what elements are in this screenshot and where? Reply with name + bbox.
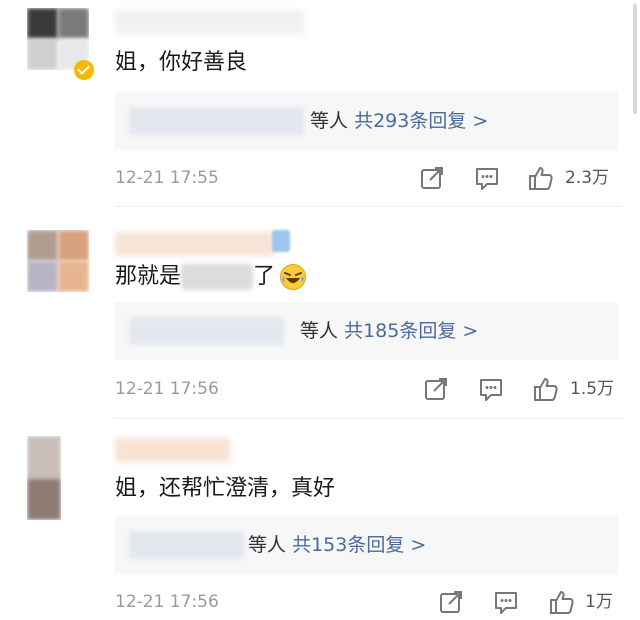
timestamp: 12-21 17:55 xyxy=(115,168,219,188)
fan-badge-icon xyxy=(272,230,290,252)
comment-icon[interactable] xyxy=(492,588,520,616)
comment-meta-bar: 12-21 17:55 2.3万 xyxy=(115,164,622,192)
comment-text-prefix: 姐，还帮忙澄清，真好 xyxy=(115,476,336,501)
reply-summary-text: 等人 共185条回复 > xyxy=(300,302,478,360)
thumbs-up-icon[interactable] xyxy=(527,164,555,192)
comment-text-prefix: 姐，你好善良 xyxy=(115,50,248,75)
reply-names-suffix: 等人 xyxy=(310,110,349,132)
reply-summary[interactable]: 等人 共293条回复 > xyxy=(115,92,618,150)
avatar[interactable] xyxy=(27,436,61,520)
reply-count-link[interactable]: 共293条回复 > xyxy=(354,110,488,132)
reply-names-suffix: 等人 xyxy=(300,320,339,342)
reply-names-redacted xyxy=(129,107,304,135)
thumbs-up-icon[interactable] xyxy=(548,588,576,616)
laughing-tears-emoji xyxy=(279,263,307,291)
username-redacted[interactable] xyxy=(115,438,230,462)
share-icon[interactable] xyxy=(437,588,465,616)
reply-count-link[interactable]: 共185条回复 > xyxy=(344,320,478,342)
comment-icon[interactable] xyxy=(477,375,505,403)
share-icon[interactable] xyxy=(422,375,450,403)
comment-meta-bar: 12-21 17:56 1.5万 xyxy=(115,375,622,403)
like-count: 1.5万 xyxy=(570,379,615,399)
comment-item: 姐，还帮忙澄清，真好 等人 共153条回复 > 12-21 17:56 1万 xyxy=(0,418,640,619)
timestamp: 12-21 17:56 xyxy=(115,592,219,612)
comment-item: 姐，你好善良 等人 共293条回复 > 12-21 17:55 2.3万 xyxy=(0,0,640,206)
share-icon[interactable] xyxy=(418,164,446,192)
reply-names-redacted xyxy=(129,317,284,345)
comment-text: 姐，你好善良 xyxy=(115,48,247,78)
verified-badge-icon xyxy=(74,60,94,80)
username-redacted[interactable] xyxy=(115,10,305,34)
reply-summary-text: 等人 共293条回复 > xyxy=(310,92,488,150)
username-redacted[interactable] xyxy=(115,232,275,256)
comment-text: 那就是 了 xyxy=(115,262,307,292)
comment-text: 姐，还帮忙澄清，真好 xyxy=(115,474,335,504)
comment-text-suffix: 了 xyxy=(253,264,276,289)
comment-text-prefix: 那就是 xyxy=(115,264,182,289)
reply-summary-text: 等人 共153条回复 > xyxy=(248,516,426,574)
comment-meta-bar: 12-21 17:56 1万 xyxy=(115,588,622,616)
thumbs-up-icon[interactable] xyxy=(532,375,560,403)
reply-summary[interactable]: 等人 共153条回复 > xyxy=(115,516,618,574)
reply-names-suffix: 等人 xyxy=(248,534,287,556)
like-count: 2.3万 xyxy=(565,168,610,188)
like-count: 1万 xyxy=(585,592,613,612)
comment-icon[interactable] xyxy=(473,164,501,192)
reply-summary[interactable]: 等人 共185条回复 > xyxy=(115,302,618,360)
comment-item: 那就是 了 等人 共185条回复 > 12-21 17:56 1.5万 xyxy=(0,206,640,418)
reply-names-redacted xyxy=(129,531,244,559)
reply-count-link[interactable]: 共153条回复 > xyxy=(292,534,426,556)
redacted-text xyxy=(181,264,254,290)
timestamp: 12-21 17:56 xyxy=(115,379,219,399)
avatar[interactable] xyxy=(27,230,89,292)
